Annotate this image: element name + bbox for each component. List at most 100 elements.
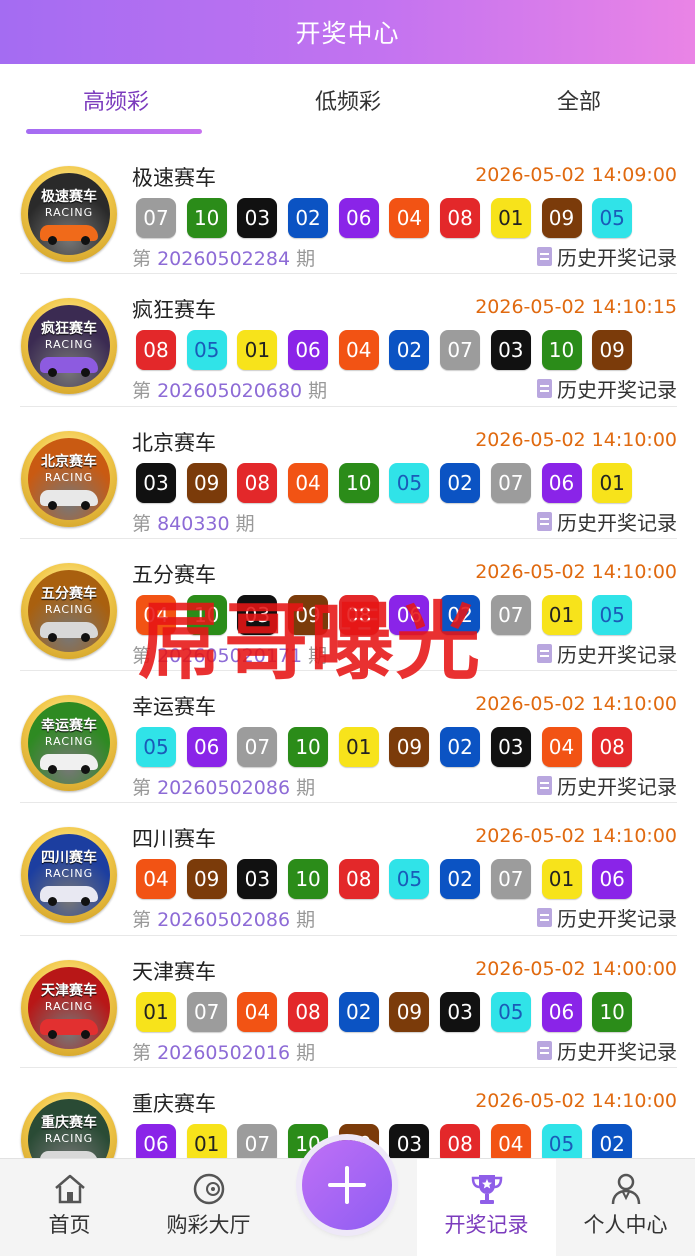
logo-subtitle: RACING <box>44 867 94 881</box>
plus-icon[interactable] <box>302 1140 392 1230</box>
lottery-row[interactable]: 北京赛车 RACING 北京赛车 2026-05-02 14:10:00 03 09 08 0… <box>0 407 695 539</box>
result-balls: 01 07 04 08 02 09 03 05 06 10 <box>136 991 643 1032</box>
tab-high-frequency[interactable]: 高频彩 <box>0 84 232 116</box>
number-ball: 05 <box>592 594 633 635</box>
issue-prefix: 第 <box>132 1041 152 1064</box>
number-ball: 05 <box>136 727 176 768</box>
nav-lottery-hall[interactable]: 购彩大厅 <box>139 1159 278 1256</box>
issue-suffix: 期 <box>296 777 316 800</box>
lottery-row[interactable]: 天津赛车 RACING 天津赛车 2026-05-02 14:00:00 01 07 04 0… <box>0 936 695 1069</box>
issue-value: 840330 <box>157 512 230 535</box>
history-label: 历史开奖记录 <box>557 1039 677 1064</box>
lottery-row[interactable]: 极速赛车 RACING 极速赛车 2026-05-02 14:09:00 07 10 03 0… <box>0 142 695 275</box>
lottery-name: 疯狂赛车 <box>132 298 216 323</box>
logo-subtitle: RACING <box>44 735 94 749</box>
history-link[interactable]: 历史开奖记录 <box>537 1036 677 1065</box>
number-ball: 06 <box>541 462 582 503</box>
logo-subtitle: RACING <box>44 470 94 484</box>
lottery-row[interactable]: 五分赛车 RACING 五分赛车 2026-05-02 14:10:00 04 10 03 0… <box>0 539 695 672</box>
number-ball: 08 <box>136 330 176 371</box>
draw-time: 2026-05-02 14:10:00 <box>475 693 677 716</box>
number-ball: 04 <box>136 594 176 635</box>
nav-profile[interactable]: 个人中心 <box>556 1159 695 1256</box>
lottery-logo: 极速赛车 RACING <box>21 166 117 262</box>
lottery-logo: 北京赛车 RACING <box>21 430 117 527</box>
number-ball: 02 <box>288 198 329 238</box>
race-car-icon <box>40 1018 98 1039</box>
logo-title: 天津赛车 <box>41 982 97 999</box>
lottery-name: 重庆赛车 <box>132 1092 216 1117</box>
history-link[interactable]: 历史开奖记录 <box>537 771 677 800</box>
issue-value: 202605020171 <box>157 644 303 667</box>
number-ball: 08 <box>237 462 278 503</box>
number-ball: 08 <box>440 198 481 238</box>
tab-low-frequency[interactable]: 低频彩 <box>232 84 464 116</box>
number-ball: 03 <box>440 991 481 1032</box>
number-ball: 07 <box>490 859 531 900</box>
logo-title: 重庆赛车 <box>41 1115 97 1132</box>
lottery-row[interactable]: 幸运赛车 RACING 幸运赛车 2026-05-02 14:10:00 05 06 07 1… <box>0 671 695 804</box>
nav-home[interactable]: 首页 <box>0 1159 139 1256</box>
number-ball: 09 <box>541 198 582 238</box>
history-link[interactable]: 历史开奖记录 <box>537 639 677 668</box>
history-label: 历史开奖记录 <box>557 642 677 667</box>
tab-all[interactable]: 全部 <box>463 84 695 116</box>
number-ball: 07 <box>186 991 227 1032</box>
number-ball: 01 <box>186 1124 227 1158</box>
number-ball: 09 <box>592 330 633 371</box>
number-ball: 01 <box>490 198 531 238</box>
history-label: 历史开奖记录 <box>557 907 677 932</box>
history-link[interactable]: 历史开奖记录 <box>537 242 677 271</box>
race-car-icon <box>40 489 98 510</box>
issue-number: 第 202605020680 期 <box>132 376 327 403</box>
history-link[interactable]: 历史开奖记录 <box>537 507 677 536</box>
lottery-name: 四川赛车 <box>132 827 216 852</box>
number-ball: 03 <box>136 462 176 503</box>
nav-lottery-hall-label: 购彩大厅 <box>166 1213 251 1237</box>
number-ball: 05 <box>490 991 531 1032</box>
issue-suffix: 期 <box>308 380 328 403</box>
document-icon <box>537 643 552 663</box>
number-ball: 02 <box>440 859 481 900</box>
number-ball: 03 <box>237 859 278 900</box>
nav-draw-records-label: 开奖记录 <box>444 1213 529 1237</box>
nav-home-label: 首页 <box>48 1213 91 1237</box>
issue-suffix: 期 <box>308 644 328 667</box>
number-ball: 05 <box>389 462 430 503</box>
lottery-row[interactable]: 四川赛车 RACING 四川赛车 2026-05-02 14:10:00 04 09 03 1… <box>0 803 695 936</box>
lottery-logo: 天津赛车 RACING <box>21 959 117 1056</box>
nav-draw-records[interactable]: 开奖记录 <box>417 1159 556 1256</box>
number-ball: 05 <box>186 330 227 371</box>
issue-number: 第 20260502016 期 <box>132 1038 315 1065</box>
lottery-ball-icon <box>193 1173 224 1205</box>
race-car-icon <box>40 621 98 642</box>
logo-subtitle: RACING <box>44 338 94 352</box>
lottery-name: 极速赛车 <box>132 166 216 190</box>
document-icon <box>537 776 552 796</box>
number-ball: 03 <box>389 1124 430 1158</box>
number-ball: 02 <box>440 594 481 635</box>
lottery-logo: 五分赛车 RACING <box>21 562 117 659</box>
number-ball: 01 <box>541 859 582 900</box>
history-link[interactable]: 历史开奖记录 <box>537 374 677 403</box>
number-ball: 07 <box>237 1124 278 1158</box>
issue-prefix: 第 <box>132 512 152 535</box>
issue-value: 202605020680 <box>157 380 303 403</box>
lottery-row[interactable]: 疯狂赛车 RACING 疯狂赛车 2026-05-02 14:10:15 08 05 01 0… <box>0 274 695 407</box>
number-ball: 06 <box>186 727 227 768</box>
history-link[interactable]: 历史开奖记录 <box>537 903 677 932</box>
number-ball: 06 <box>136 1124 176 1158</box>
logo-subtitle: RACING <box>44 206 94 219</box>
history-label: 历史开奖记录 <box>557 378 677 403</box>
number-ball: 08 <box>338 594 379 635</box>
number-ball: 06 <box>541 991 582 1032</box>
result-balls: 04 10 03 09 08 06 02 07 01 05 <box>136 594 643 635</box>
lottery-name: 北京赛车 <box>132 430 216 455</box>
number-ball: 10 <box>186 594 227 635</box>
number-ball: 08 <box>338 859 379 900</box>
number-ball: 02 <box>592 1124 633 1158</box>
issue-prefix: 第 <box>132 380 152 403</box>
number-ball: 09 <box>389 727 430 768</box>
user-icon <box>611 1173 640 1205</box>
logo-title: 四川赛车 <box>41 850 97 867</box>
